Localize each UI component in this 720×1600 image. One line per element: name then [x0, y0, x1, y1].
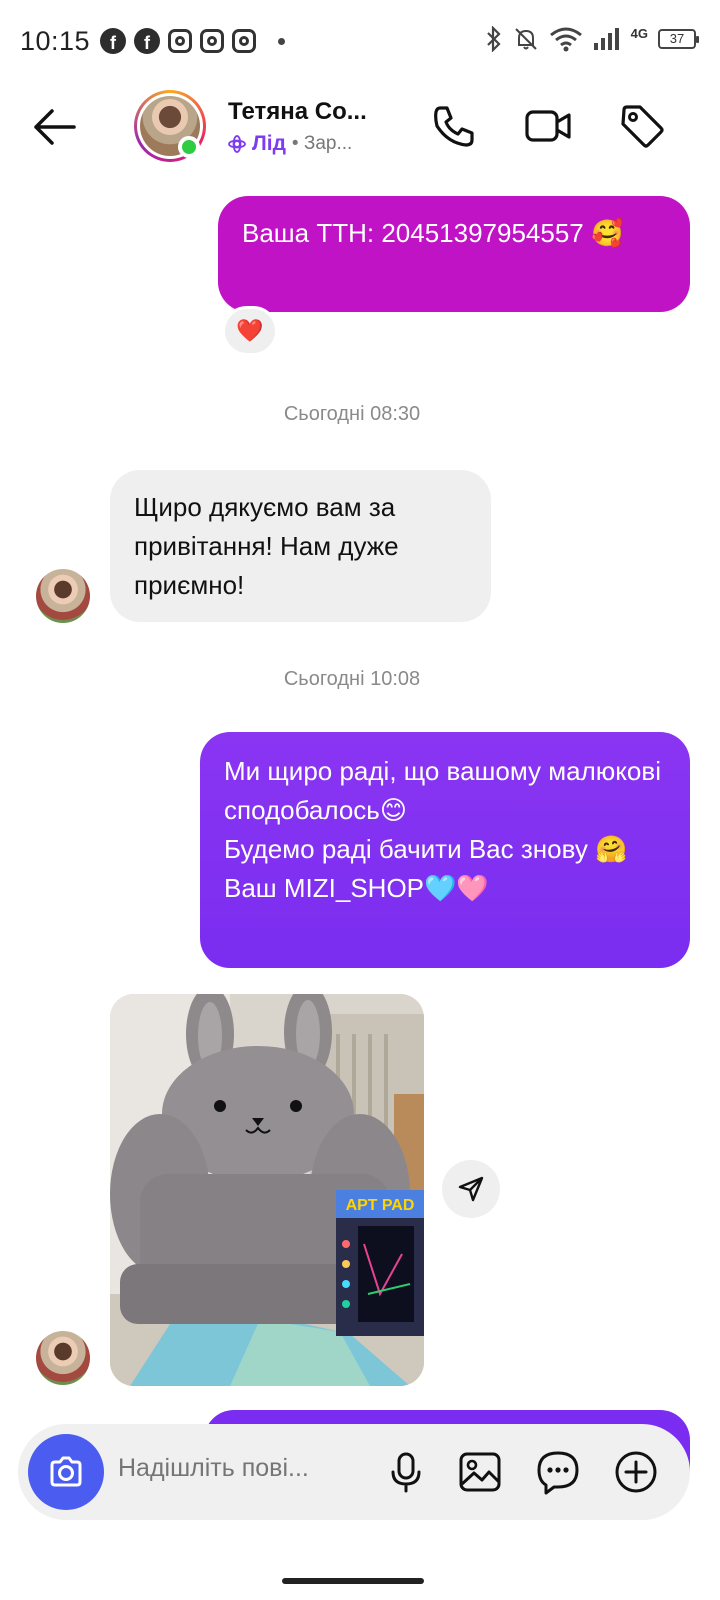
message-input[interactable] [118, 1454, 368, 1483]
camera-icon [50, 1456, 82, 1487]
notification-icons: f f [100, 28, 285, 54]
bunny-chair-photo: АРТ PAD [110, 994, 424, 1386]
lead-label: Лід [252, 132, 286, 155]
photo-message[interactable]: АРТ PAD [110, 994, 424, 1386]
sender-avatar[interactable] [36, 1331, 90, 1385]
network-type: 4G [630, 25, 648, 41]
sticker-icon[interactable] [534, 1448, 582, 1496]
lead-icon [228, 135, 246, 153]
signal-icon [593, 28, 619, 50]
sender-avatar[interactable] [36, 569, 90, 623]
wifi-icon [549, 27, 582, 52]
phone-icon[interactable] [428, 100, 480, 152]
online-status-dot [178, 136, 200, 158]
mute-icon [514, 28, 537, 50]
video-icon[interactable] [522, 100, 574, 152]
chat-header: Тетяна Со... Лід • Зар... [0, 84, 720, 170]
status-time: 10:15 [20, 26, 91, 56]
bluetooth-icon [486, 26, 501, 52]
plus-icon[interactable] [612, 1448, 660, 1496]
message-line: Ваш MIZI_SHOP🩵🩷 [224, 873, 489, 903]
system-icons: 4G 37 [485, 25, 699, 52]
instagram-icon [232, 29, 256, 53]
facebook-icon: f [100, 28, 126, 54]
mic-icon[interactable] [382, 1448, 430, 1496]
message-line: Будемо раді бачити Вас знову 🤗 [224, 834, 628, 864]
status-bar: 10:15 f f 4G 37 [0, 0, 720, 84]
message-line: Ми щиро раді, що вашому малюкові сподоба… [224, 756, 661, 825]
contact-subtitle[interactable]: Лід • Зар... [228, 132, 352, 156]
share-icon [458, 1176, 484, 1202]
camera-button[interactable] [28, 1434, 104, 1510]
battery-icon: 37 [658, 29, 699, 49]
instagram-icon [200, 29, 224, 53]
timestamp: Сьогодні 10:08 [283, 668, 421, 690]
outgoing-message-ttn[interactable]: Ваша ТТН: 20451397954557 🥰 [218, 196, 690, 312]
heart-reaction[interactable]: ❤️ [222, 306, 278, 356]
heart-emoji: ❤️ [236, 318, 264, 343]
timestamp: Сьогодні 08:30 [283, 403, 421, 425]
facebook-icon: f [134, 28, 160, 54]
instagram-icon [168, 29, 192, 53]
tag-icon[interactable] [616, 100, 668, 152]
back-arrow-icon[interactable] [28, 102, 80, 152]
gallery-icon[interactable] [456, 1448, 504, 1496]
home-indicator[interactable] [282, 1578, 424, 1584]
contact-name[interactable]: Тетяна Со... [228, 98, 367, 126]
outgoing-message[interactable]: Ми щиро раді, що вашому малюкові сподоба… [200, 732, 690, 968]
share-button[interactable] [442, 1160, 500, 1218]
more-notifications-dot [278, 37, 285, 45]
incoming-message[interactable]: Щиро дякуємо вам за привітання! Нам дуже… [110, 470, 491, 622]
subtitle-rest: • Зар... [291, 133, 353, 154]
message-composer [18, 1424, 690, 1520]
box-label: АРТ PAD [346, 1197, 415, 1214]
